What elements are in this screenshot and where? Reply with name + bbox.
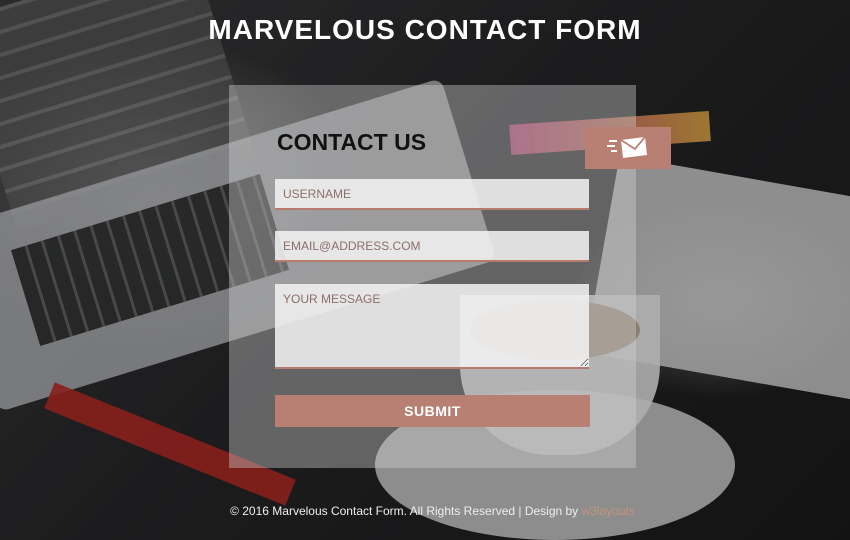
footer-copyright: © 2016 Marvelous Contact Form. All Right…: [230, 504, 579, 518]
submit-button[interactable]: SUBMIT: [275, 395, 590, 427]
mail-icon-badge: [585, 127, 671, 169]
contact-form-panel: CONTACT US SUBMIT: [229, 85, 671, 468]
footer: © 2016 Marvelous Contact Form. All Right…: [0, 504, 850, 518]
message-textarea[interactable]: [275, 284, 589, 369]
page-title: MARVELOUS CONTACT FORM: [208, 14, 642, 45]
username-input[interactable]: [275, 179, 589, 210]
footer-link-w3layouts[interactable]: w3layouts: [582, 504, 635, 518]
mail-fast-icon: [607, 136, 647, 158]
form-heading: CONTACT US: [277, 129, 427, 155]
email-input[interactable]: [275, 231, 589, 262]
